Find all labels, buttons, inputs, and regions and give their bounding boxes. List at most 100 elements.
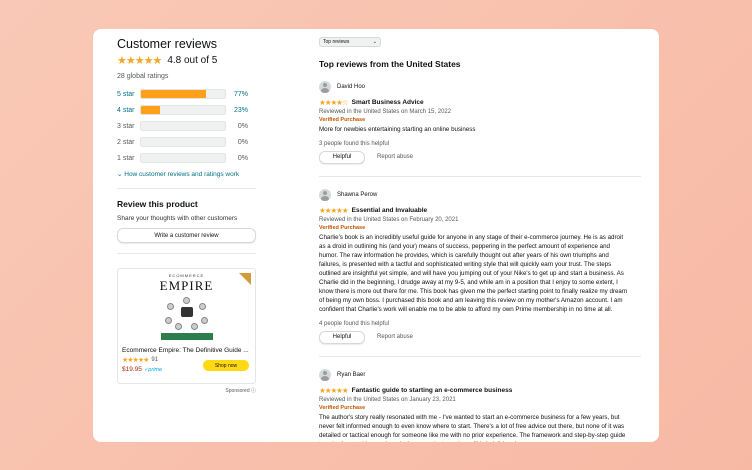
histogram-label: 2 star — [117, 138, 135, 146]
review-headline[interactable]: Essential and Invaluable — [352, 207, 428, 214]
histogram-row-4-star[interactable]: 4 star 23% — [117, 102, 257, 118]
histogram-row-1-star: 1 star 0% — [117, 150, 257, 166]
review-item: David Hoo ★★★★☆ Smart Business Advice Re… — [319, 81, 641, 177]
helpful-count: 3 people found this helpful — [319, 140, 390, 147]
review-date: Reviewed in the United States on January… — [319, 396, 456, 403]
helpful-button[interactable]: Helpful — [319, 150, 365, 164]
sort-value: Top reviews — [323, 39, 350, 45]
review-headline[interactable]: Fantastic guide to starting an e-commerc… — [352, 387, 513, 394]
star-rating-icon: ★★★★★ — [319, 205, 349, 215]
write-review-button[interactable]: Write a customer review — [117, 228, 256, 243]
ad-product-title[interactable]: Ecommerce Empire: The Definitive Guide .… — [122, 347, 252, 354]
shop-now-button[interactable]: Shop now — [203, 360, 249, 371]
review-body: Charlie's book is an incredibly useful g… — [319, 233, 628, 313]
customer-reviews-title: Customer reviews — [117, 37, 218, 51]
histogram-bar[interactable] — [140, 89, 226, 99]
cover-dot — [166, 303, 174, 310]
review-product-subtitle: Share your thoughts with other customers — [117, 215, 238, 222]
report-abuse-link[interactable]: Report abuse — [377, 334, 413, 340]
histogram-percent[interactable]: 77% — [232, 91, 248, 98]
sponsored-ad[interactable]: ECOMMERCE EMPIRE Ecommerce Empire: The D… — [117, 268, 256, 384]
reviews-card: Customer reviews ★★★★★ 4.8 out of 5 28 g… — [93, 29, 659, 442]
cover-dot — [200, 317, 208, 324]
reviewer-name: David Hoo — [337, 84, 366, 90]
reviewer-name: Ryan Baer — [337, 371, 366, 378]
histogram-row-2-star: 2 star 0% — [117, 134, 257, 150]
reviewer: Shawna Perow — [319, 188, 641, 201]
review-date: Reviewed in the United States on March 1… — [319, 109, 452, 115]
book-cover-image[interactable]: ECOMMERCE EMPIRE — [147, 273, 227, 347]
histogram-percent: 0% — [237, 122, 248, 130]
cover-laptop-icon — [180, 307, 193, 317]
how-reviews-work-link[interactable]: ⌄ How customer reviews and ratings work — [117, 170, 257, 178]
verified-purchase-badge: Verified Purchase — [319, 224, 366, 231]
cover-dot — [198, 303, 206, 310]
cover-dot — [164, 317, 172, 324]
histogram-row-5-star[interactable]: 5 star 77% — [117, 86, 257, 102]
average-text: 4.8 out of 5 — [167, 55, 218, 66]
reviewer-name: Shawna Perow — [337, 191, 378, 198]
helpful-button[interactable]: Helpful — [319, 330, 365, 344]
avatar-icon — [319, 81, 331, 93]
bestseller-ribbon-icon — [239, 273, 251, 285]
star-rating-icon: ★★★★☆ — [319, 98, 349, 107]
average-rating: ★★★★★ 4.8 out of 5 — [117, 54, 257, 67]
avatar-icon — [319, 368, 331, 381]
histogram-fill — [141, 106, 161, 114]
divider — [117, 253, 256, 254]
histogram-bar — [140, 121, 226, 131]
review-title-row: ★★★★★ Fantastic guide to starting an e-c… — [319, 386, 641, 395]
ratings-summary: Customer reviews ★★★★★ 4.8 out of 5 28 g… — [117, 37, 257, 394]
prime-logo: ✓prime — [143, 367, 163, 373]
histogram-percent: 0% — [237, 154, 248, 162]
verified-purchase-badge: Verified Purchase — [319, 404, 366, 411]
chevron-down-icon: ⌄ — [372, 39, 377, 45]
star-rating-icon: ★★★★★ — [122, 357, 149, 364]
report-abuse-link[interactable]: Report abuse — [377, 154, 413, 160]
reviewer: Ryan Baer — [319, 368, 641, 381]
histogram-label[interactable]: 5 star — [117, 91, 140, 98]
global-ratings-count: 28 global ratings — [117, 73, 169, 80]
review-body: The author's story really resonated with… — [319, 413, 626, 442]
sponsored-label[interactable]: Sponsored ⓘ — [117, 387, 256, 394]
cover-dot — [190, 323, 198, 330]
histogram-label: 1 star — [117, 154, 135, 162]
histogram-label: 3 star — [117, 122, 135, 130]
histogram-fill — [141, 90, 206, 98]
review-title-row: ★★★★★ Essential and Invaluable — [319, 206, 641, 215]
helpful-count: 4 people found this helpful — [319, 320, 390, 327]
ad-price: $19.95 — [122, 366, 142, 373]
review-item: Shawna Perow ★★★★★ Essential and Invalua… — [319, 188, 641, 357]
histogram-bar[interactable] — [140, 105, 226, 115]
ad-rating-count: 91 — [151, 357, 159, 363]
histogram-percent: 0% — [237, 138, 248, 146]
histogram-row-3-star: 3 star 0% — [117, 118, 257, 134]
verified-purchase-badge: Verified Purchase — [319, 117, 366, 123]
review-item: Ryan Baer ★★★★★ Fantastic guide to start… — [319, 368, 641, 442]
review-headline[interactable]: Smart Business Advice — [352, 99, 424, 106]
cover-icons-graphic — [164, 297, 209, 331]
reviewer: David Hoo — [319, 81, 641, 93]
sort-dropdown[interactable]: Top reviews ⌄ — [319, 37, 381, 47]
rating-histogram: 5 star 77% 4 star 23% 3 star 0% 2 star 0… — [117, 86, 257, 166]
review-body: More for newbies entertaining starting a… — [319, 126, 476, 133]
reviews-heading: Top reviews from the United States — [319, 59, 461, 69]
avatar-icon — [319, 188, 331, 201]
histogram-label[interactable]: 4 star — [117, 107, 140, 114]
review-actions: Helpful Report abuse — [319, 150, 641, 164]
divider — [117, 188, 256, 189]
histogram-percent[interactable]: 23% — [232, 107, 248, 114]
review-product-title: Review this product — [117, 199, 198, 209]
histogram-bar — [140, 137, 226, 147]
star-rating-icon: ★★★★★ — [117, 55, 162, 67]
review-title-row: ★★★★☆ Smart Business Advice — [319, 98, 641, 107]
reviews-list: Top reviews ⌄ Top reviews from the Unite… — [319, 37, 641, 442]
cover-banner — [160, 333, 213, 340]
divider — [319, 355, 641, 357]
review-actions: Helpful Report abuse — [319, 330, 641, 344]
cover-title: EMPIRE — [159, 278, 214, 293]
star-rating-icon: ★★★★★ — [319, 385, 349, 395]
review-date: Reviewed in the United States on Februar… — [319, 216, 459, 223]
cover-dot — [182, 297, 190, 304]
cover-dot — [174, 323, 182, 330]
